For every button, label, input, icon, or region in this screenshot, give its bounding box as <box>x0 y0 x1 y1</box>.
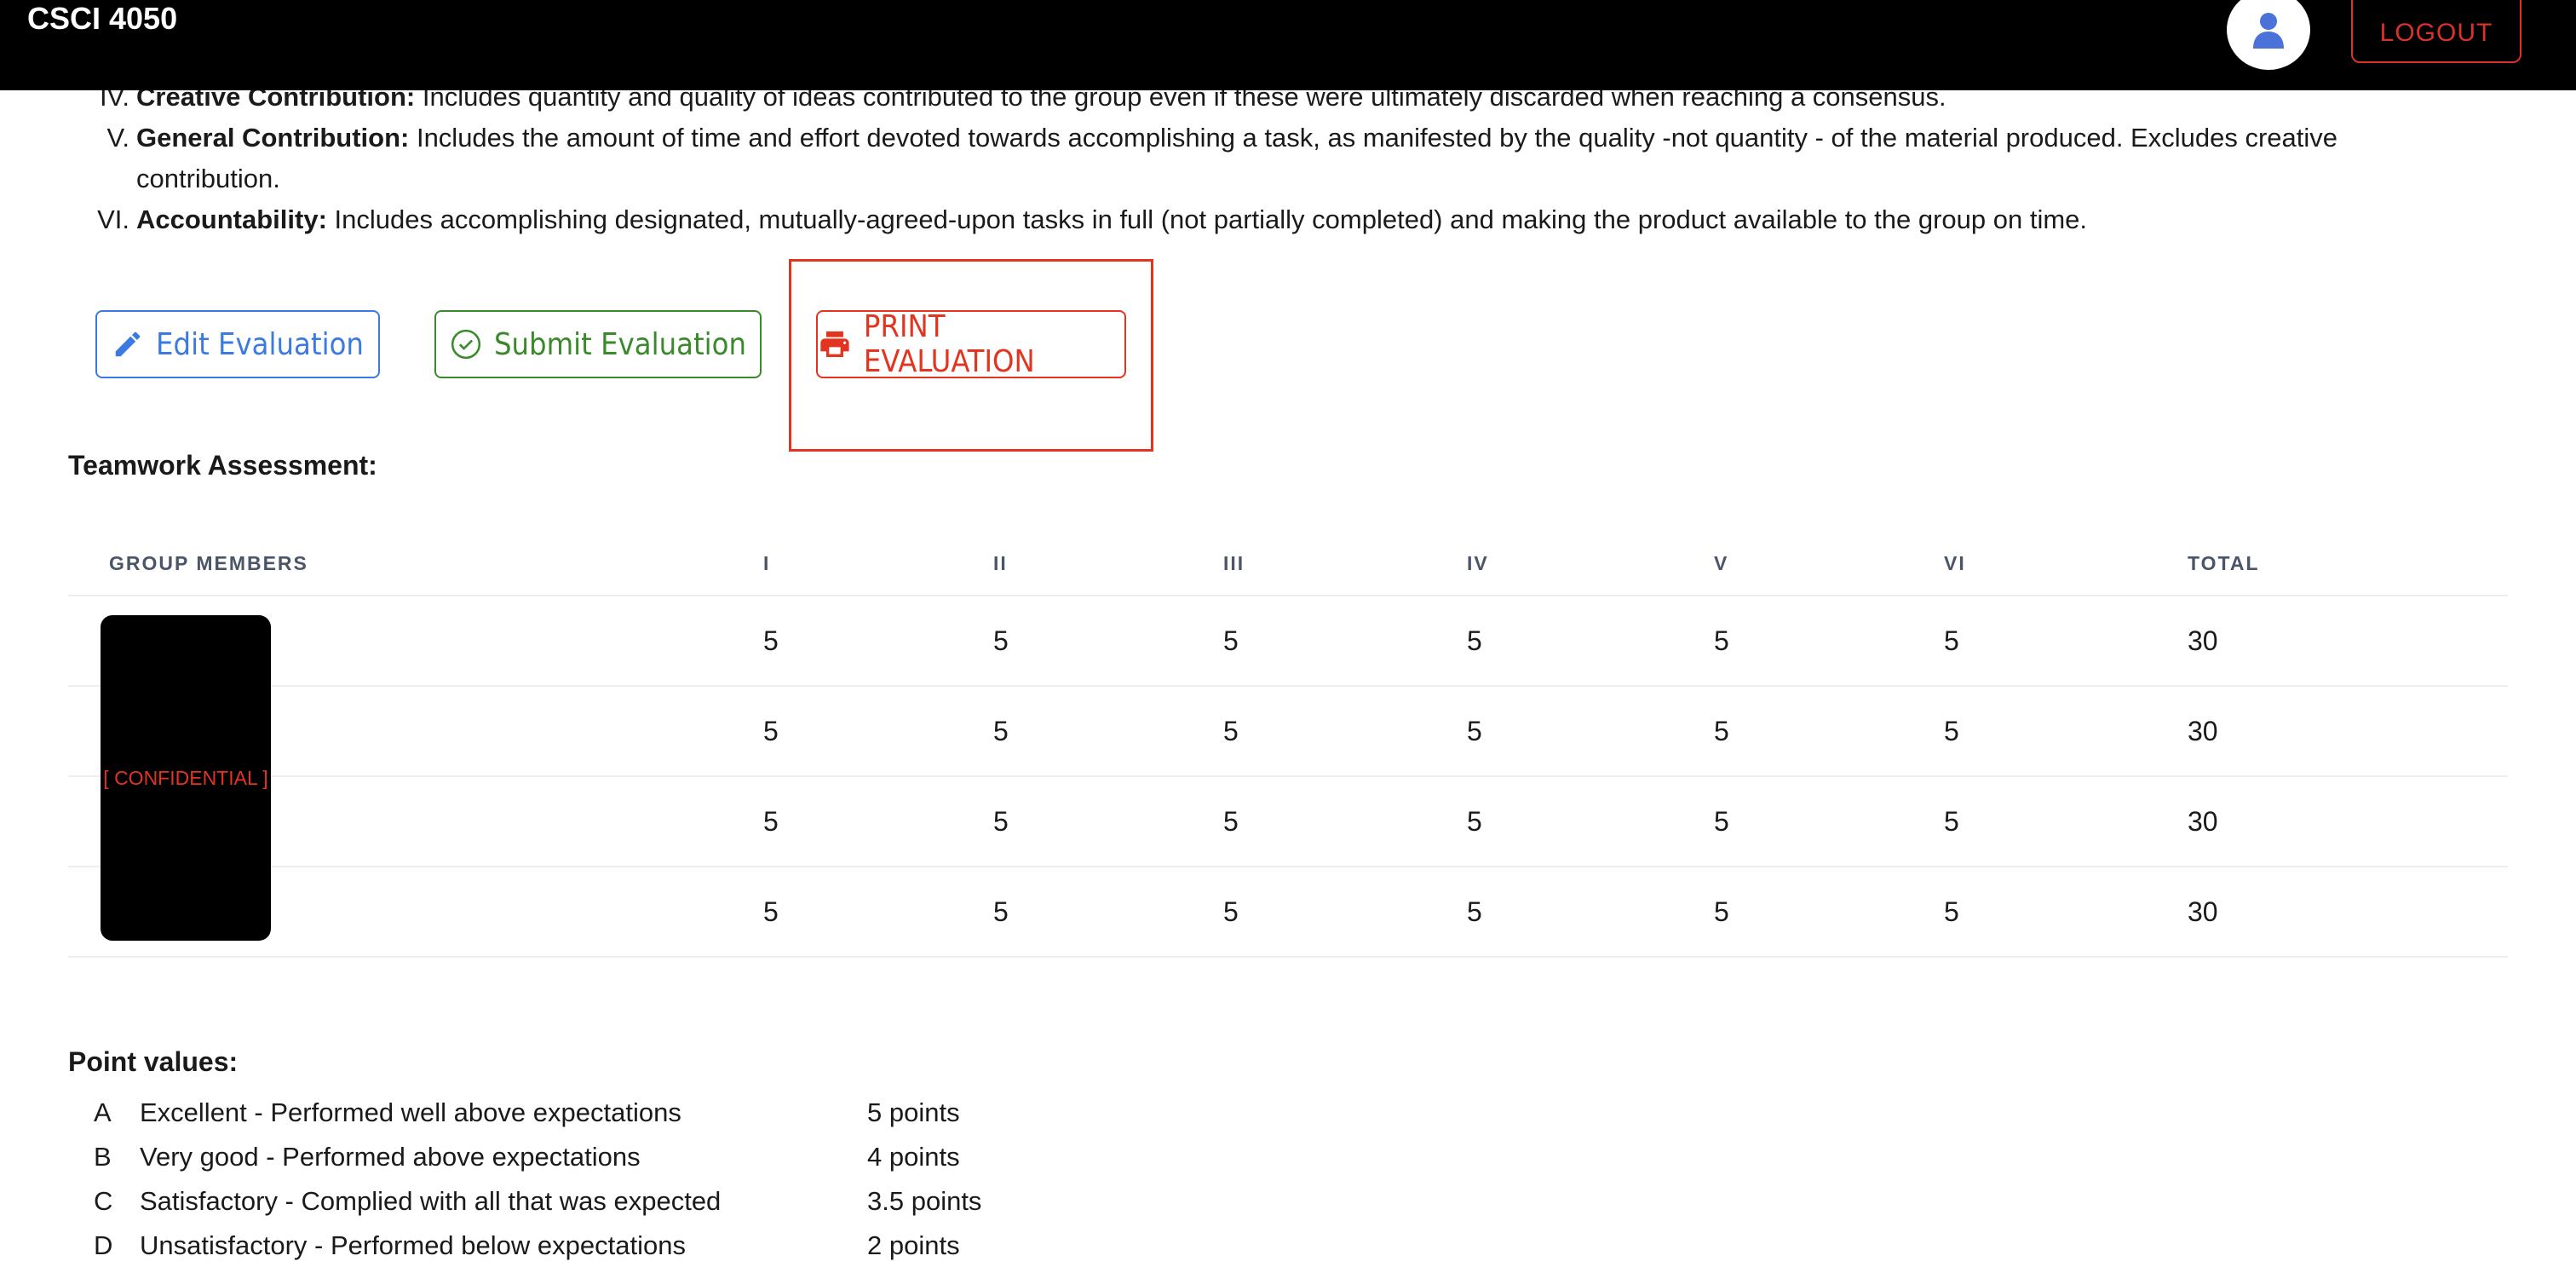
user-avatar-button[interactable] <box>2227 0 2310 70</box>
teamwork-table: GROUP MEMBERS I II III IV V VI TOTAL 5 5… <box>68 537 2508 958</box>
print-button-highlight <box>789 259 1153 452</box>
score-cell: 5 <box>763 716 779 746</box>
score-cell: 5 <box>1714 806 1729 837</box>
score-cell: 5 <box>993 806 1009 837</box>
edit-evaluation-button[interactable]: Edit Evaluation <box>95 310 380 378</box>
criterion-description: Includes accomplishing designated, mutua… <box>334 204 2088 234</box>
score-cell: 5 <box>1223 625 1239 656</box>
redacted-member-names: [ CONFIDENTIAL ] <box>101 615 271 941</box>
total-cell: 30 <box>2188 625 2218 656</box>
score-cell: 5 <box>1223 716 1239 746</box>
point-value-item: B Very good - Performed above expectatio… <box>0 1135 1193 1179</box>
table-row: 5 5 5 5 5 5 30 <box>68 687 2508 777</box>
score-cell: 5 <box>1944 806 1959 837</box>
score-cell: 5 <box>993 896 1009 927</box>
score-cell: 5 <box>763 625 779 656</box>
grade-description: Unsatisfactory - Performed below expecta… <box>140 1230 686 1260</box>
grade-description: Satisfactory - Complied with all that wa… <box>140 1186 722 1216</box>
score-cell: 5 <box>763 896 779 927</box>
score-cell: 5 <box>1944 896 1959 927</box>
score-cell: 5 <box>1944 716 1959 746</box>
grade-letter: D <box>94 1230 113 1260</box>
point-value-item: C Satisfactory - Complied with all that … <box>0 1179 1193 1224</box>
column-header: V <box>1714 552 1729 574</box>
submit-evaluation-label: Submit Evaluation <box>493 326 747 362</box>
score-cell: 5 <box>1467 625 1482 656</box>
score-cell: 5 <box>763 806 779 837</box>
user-icon <box>2253 13 2284 49</box>
score-cell: 5 <box>1467 896 1482 927</box>
column-header: IV <box>1467 552 1489 574</box>
grade-description: Excellent - Performed well above expecta… <box>140 1097 681 1127</box>
column-header: I <box>763 552 771 574</box>
table-header: GROUP MEMBERS I II III IV V VI TOTAL <box>68 537 2508 596</box>
app-title[interactable]: CSCI 4050 <box>27 0 177 37</box>
score-cell: 5 <box>1467 716 1482 746</box>
teamwork-assessment-title: Teamwork Assessment: <box>68 450 377 481</box>
grade-points: 5 points <box>867 1097 960 1127</box>
point-values-list: A Excellent - Performed well above expec… <box>0 1091 1193 1268</box>
point-values-title: Point values: <box>68 1046 239 1077</box>
logout-button[interactable]: LOGOUT <box>2351 0 2521 63</box>
criterion-item: V. General Contribution: Includes the am… <box>0 118 2470 199</box>
score-cell: 5 <box>1714 716 1729 746</box>
criterion-name: General Contribution: <box>136 123 410 153</box>
column-header: VI <box>1944 552 1966 574</box>
grade-description: Very good - Performed above expectations <box>140 1142 641 1172</box>
table-row: 5 5 5 5 5 5 30 <box>68 596 2508 687</box>
criterion-description: Includes the amount of time and effort d… <box>136 123 2338 193</box>
table-row: 5 5 5 5 5 5 30 <box>68 867 2508 958</box>
grade-points: 2 points <box>867 1230 960 1260</box>
criterion-number: V. <box>106 123 129 153</box>
criteria-list: IV. Creative Contribution: Includes quan… <box>0 77 2470 240</box>
score-cell: 5 <box>1223 896 1239 927</box>
grade-letter: C <box>94 1186 113 1216</box>
column-header: TOTAL <box>2188 552 2260 574</box>
column-header: III <box>1223 552 1245 574</box>
score-cell: 5 <box>1944 625 1959 656</box>
criterion-name: Accountability: <box>136 204 327 234</box>
check-circle-icon <box>451 329 481 360</box>
score-cell: 5 <box>1714 896 1729 927</box>
point-value-item: D Unsatisfactory - Performed below expec… <box>0 1224 1193 1268</box>
top-navbar: CSCI 4050 LOGOUT <box>0 0 2576 90</box>
column-header: GROUP MEMBERS <box>109 552 308 574</box>
point-value-item: A Excellent - Performed well above expec… <box>0 1091 1193 1135</box>
grade-points: 3.5 points <box>867 1186 982 1216</box>
total-cell: 30 <box>2188 806 2218 837</box>
criterion-item: VI. Accountability: Includes accomplishi… <box>0 199 2470 240</box>
pencil-icon <box>115 331 141 357</box>
score-cell: 5 <box>1223 806 1239 837</box>
grade-letter: A <box>94 1097 112 1127</box>
score-cell: 5 <box>993 716 1009 746</box>
score-cell: 5 <box>1467 806 1482 837</box>
total-cell: 30 <box>2188 896 2218 927</box>
table-row: 5 5 5 5 5 5 30 <box>68 777 2508 867</box>
total-cell: 30 <box>2188 716 2218 746</box>
submit-evaluation-button[interactable]: Submit Evaluation <box>434 310 762 378</box>
edit-evaluation-label: Edit Evaluation <box>156 326 364 362</box>
score-cell: 5 <box>993 625 1009 656</box>
criterion-number: VI. <box>97 204 129 234</box>
column-header: II <box>993 552 1008 574</box>
grade-points: 4 points <box>867 1142 960 1172</box>
grade-letter: B <box>94 1142 112 1172</box>
score-cell: 5 <box>1714 625 1729 656</box>
